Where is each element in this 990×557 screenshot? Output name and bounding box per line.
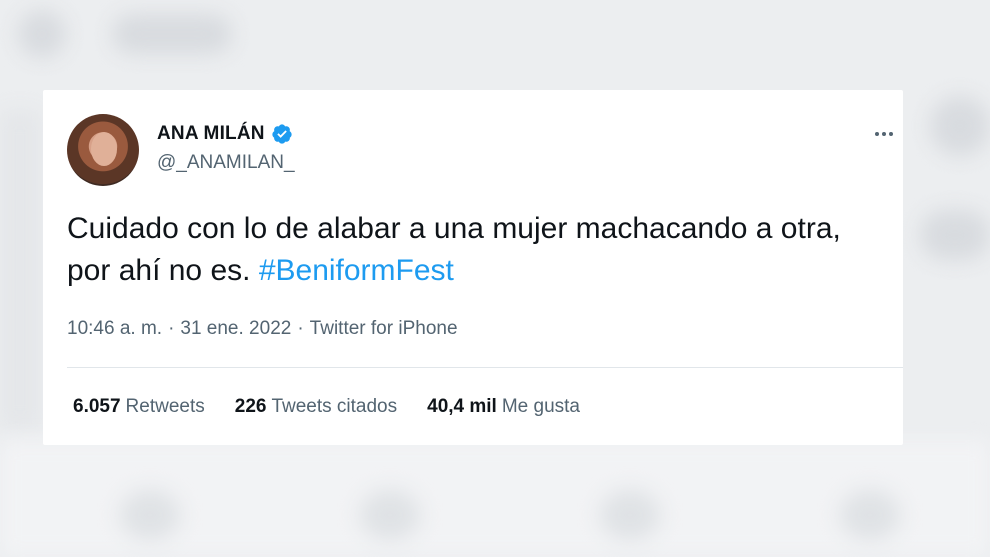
- quote-tweets-stat[interactable]: 226 Tweets citados: [235, 396, 397, 418]
- blurred-retweet-icon: [360, 490, 420, 540]
- quote-tweets-count: 226: [234, 396, 267, 417]
- likes-stat[interactable]: 40,4 mil Me gusta: [427, 396, 580, 418]
- blurred-reply-icon: [120, 490, 180, 540]
- handle[interactable]: @_ANAMILAN_: [157, 152, 295, 174]
- blurred-title: [112, 14, 232, 54]
- more-dot: [889, 132, 893, 136]
- quote-tweets-label: Tweets citados: [271, 396, 398, 417]
- blurred-share-icon: [840, 490, 900, 540]
- tweet-stats: 6.057 Retweets 226 Tweets citados 40,4 mil…: [73, 396, 580, 418]
- retweets-count: 6.057: [73, 396, 121, 417]
- more-dot: [875, 132, 879, 136]
- likes-count: 40,4 mil: [427, 396, 497, 417]
- likes-label: Me gusta: [501, 396, 580, 417]
- blurred-shape: [0, 110, 40, 430]
- meta-separator: ·: [168, 318, 175, 339]
- tweet-time[interactable]: 10:46 a. m.: [67, 318, 162, 339]
- retweets-label: Retweets: [125, 396, 205, 417]
- avatar-face: [91, 132, 117, 166]
- blurred-like-icon: [600, 490, 660, 540]
- hashtag-link[interactable]: #BeniformFest: [259, 254, 454, 287]
- retweets-stat[interactable]: 6.057 Retweets: [73, 396, 205, 418]
- more-dot: [882, 132, 886, 136]
- blurred-shape: [930, 96, 990, 156]
- avatar[interactable]: [67, 114, 139, 186]
- verified-badge-icon: [271, 123, 293, 145]
- tweet-meta: 10:46 a. m. · 31 ene. 2022 · Twitter for iPh…: [67, 318, 458, 340]
- divider: [67, 367, 903, 368]
- display-name[interactable]: ANA MILÁN: [157, 123, 265, 145]
- tweet-date[interactable]: 31 ene. 2022: [180, 318, 291, 339]
- blurred-avatar: [18, 10, 66, 58]
- tweet-source[interactable]: Twitter for iPhone: [310, 318, 458, 339]
- meta-separator: ·: [297, 318, 304, 339]
- author-name-row: ANA MILÁN: [157, 123, 293, 145]
- more-options-icon[interactable]: [869, 124, 899, 144]
- tweet-card: ANA MILÁN @_ANAMILAN_ Cuidado con lo de …: [43, 90, 903, 445]
- tweet-text: Cuidado con lo de alabar a una mujer mac…: [67, 208, 887, 292]
- blurred-shape: [920, 210, 990, 260]
